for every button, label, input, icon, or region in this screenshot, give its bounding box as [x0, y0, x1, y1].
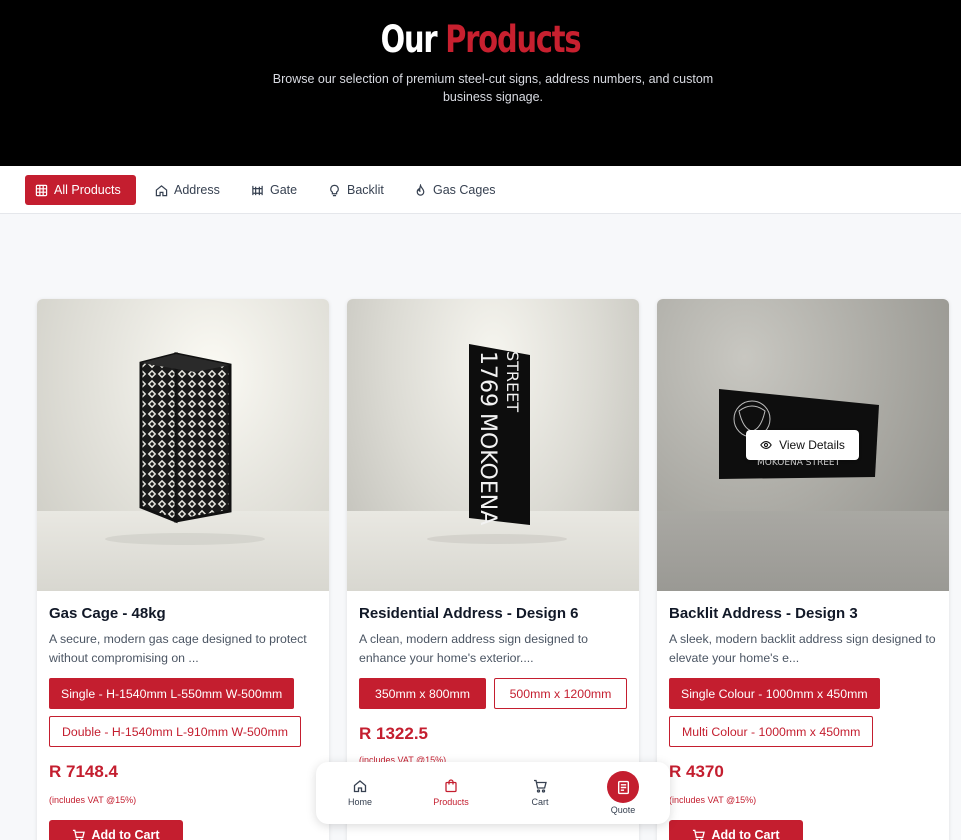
filter-label: Gas Cages — [433, 183, 496, 197]
gate-icon — [252, 185, 263, 195]
nav-label: Cart — [531, 797, 549, 807]
home-icon — [353, 780, 367, 793]
size-option[interactable]: 350mm x 800mm — [359, 678, 486, 709]
hero-banner: Our Products Browse our selection of pre… — [0, 0, 961, 166]
size-option[interactable]: Multi Colour - 1000mm x 450mm — [669, 716, 874, 747]
sign-street-suffix: STREET — [503, 351, 522, 412]
cart-icon — [693, 829, 706, 840]
product-image[interactable] — [37, 299, 329, 591]
product-title[interactable]: Gas Cage - 48kg — [49, 605, 166, 622]
filter-all-products[interactable]: All Products — [25, 175, 136, 205]
document-icon — [617, 780, 629, 794]
category-filter-bar: All Products Address Gate Backlit Gas Ca… — [0, 166, 961, 214]
product-price: R 4370 — [669, 762, 724, 781]
nav-label: Products — [433, 797, 469, 807]
vat-note: (includes VAT @15%) — [669, 795, 757, 805]
size-option[interactable]: Single Colour - 1000mm x 450mm — [669, 678, 880, 709]
sign-number: 1769 — [475, 351, 500, 407]
size-option[interactable]: 500mm x 1200mm — [494, 678, 627, 709]
sign-street: MOKOENA — [475, 413, 500, 525]
filter-label: All Products — [54, 183, 121, 197]
product-price: R 1322.5 — [359, 724, 428, 743]
add-to-cart-label: Add to Cart — [91, 828, 160, 840]
home-icon — [155, 184, 168, 196]
cart-icon — [73, 829, 86, 840]
product-card[interactable]: MOKOENA STREET View Details Backlit Addr… — [657, 299, 949, 840]
size-option[interactable]: Single - H-1540mm L-550mm W-500mm — [49, 678, 295, 709]
product-title[interactable]: Residential Address - Design 6 — [359, 605, 579, 622]
page-title: Our Products — [106, 18, 856, 61]
cart-icon — [534, 779, 547, 793]
view-details-button[interactable]: View Details — [746, 430, 859, 460]
add-to-cart-button[interactable]: Add to Cart — [669, 820, 803, 840]
product-image[interactable]: 1769 MOKOENA STREET — [347, 299, 639, 591]
size-option[interactable]: Double - H-1540mm L-910mm W-500mm — [49, 716, 301, 747]
gas-cage-illustration — [105, 352, 265, 545]
lightbulb-icon — [330, 184, 339, 196]
add-to-cart-label: Add to Cart — [711, 828, 780, 840]
product-description: A sleek, modern backlit address sign des… — [669, 632, 936, 665]
product-card[interactable]: Gas Cage - 48kg A secure, modern gas cag… — [37, 299, 329, 840]
nav-cart[interactable]: Cart — [510, 779, 570, 807]
eye-icon — [760, 441, 772, 449]
filter-gate[interactable]: Gate — [241, 175, 307, 205]
filter-address[interactable]: Address — [145, 175, 230, 205]
filter-backlit[interactable]: Backlit — [318, 175, 394, 205]
add-to-cart-button[interactable]: Add to Cart — [49, 820, 183, 840]
nav-label: Home — [347, 797, 372, 807]
address-sign-illustration: 1769 MOKOENA STREET — [427, 344, 567, 544]
product-description: A clean, modern address sign designed to… — [359, 632, 589, 665]
nav-quote[interactable] — [607, 771, 639, 803]
filter-gas-cages[interactable]: Gas Cages — [404, 175, 506, 205]
grid-icon — [35, 184, 48, 196]
shopping-bag-icon — [445, 779, 457, 793]
filter-label: Address — [174, 183, 220, 197]
product-description: A secure, modern gas cage designed to pr… — [49, 632, 307, 665]
nav-products[interactable]: Products — [421, 779, 481, 807]
vat-note: (includes VAT @15%) — [49, 795, 137, 805]
view-details-label: View Details — [779, 438, 845, 452]
nav-home[interactable]: Home — [330, 779, 390, 807]
filter-label: Gate — [270, 183, 298, 197]
page-title-white: Our — [380, 18, 438, 61]
bottom-navigation: Home Products Cart Quote — [316, 762, 670, 824]
product-image[interactable]: MOKOENA STREET View Details — [657, 299, 949, 591]
nav-label: Quote — [610, 805, 636, 815]
page-title-red: Products — [445, 18, 581, 61]
product-price: R 7148.4 — [49, 762, 118, 781]
filter-label: Backlit — [347, 183, 384, 197]
product-title[interactable]: Backlit Address - Design 3 — [669, 605, 858, 622]
flame-icon — [416, 183, 425, 196]
page-subtitle: Browse our selection of premium steel-cu… — [272, 72, 714, 104]
product-card[interactable]: 1769 MOKOENA STREET Residential Address … — [347, 299, 639, 840]
